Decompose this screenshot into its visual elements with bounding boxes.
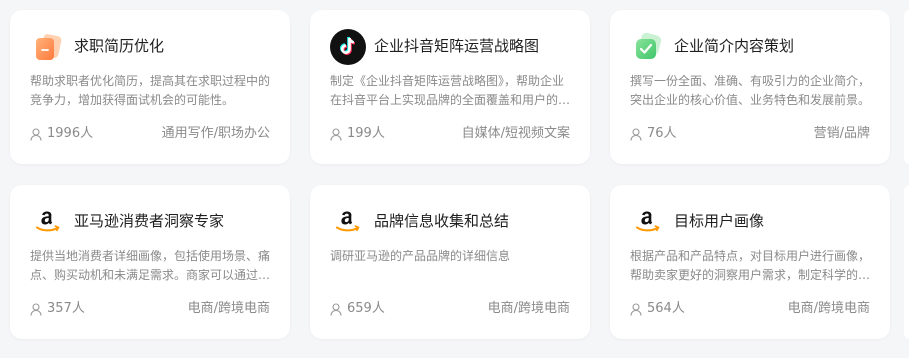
user-count: 357人 [30,299,85,319]
user-count-value: 1996人 [47,126,94,141]
user-count-value: 564人 [647,301,685,316]
prompt-card-target-user[interactable]: 目标用户画像 根据产品和产品特点，对目标用户进行画像，帮助卖家更好的洞察用户需求… [610,185,890,339]
user-icon [630,302,642,316]
card-description: 制定《企业抖音矩阵运营战略图》，帮助企业在抖音平台上实现品牌的全面覆盖和用户的精… [330,74,571,107]
user-count: 659人 [330,299,385,319]
user-icon [330,127,342,141]
user-icon [330,302,342,316]
prompt-card-douyin[interactable]: 企业抖音矩阵运营战略图 制定《企业抖音矩阵运营战略图》，帮助企业在抖音平台上实现… [310,10,590,164]
card-title: 亚马逊消费者洞察专家 [74,212,225,230]
user-count-value: 199人 [347,126,385,141]
card-title: 品牌信息收集和总结 [374,212,510,230]
resume-icon [30,29,66,65]
card-description: 根据产品和产品特点，对目标用户进行画像，帮助卖家更好的洞察用户需求，制定科学的营… [630,249,871,282]
category-label: 营销/品牌 [813,126,870,141]
prompt-card-amazon-consumer[interactable]: 亚马逊消费者洞察专家 提供当地消费者详细画像，包括使用场景、痛点、购买动机和未满… [10,185,290,339]
user-count: 1996人 [30,124,93,144]
card-description: 帮助求职者优化简历，提高其在求职过程中的竞争力，增加获得面试机会的可能性。 [30,74,271,107]
amazon-icon [30,204,66,240]
category-label: 电商/跨境电商 [787,301,870,316]
category-label: 电商/跨境电商 [187,301,270,316]
category-label: 通用写作/职场办公 [161,126,270,141]
check-badge-icon [630,29,666,65]
user-count-value: 357人 [47,301,85,316]
card-description: 调研亚马逊的产品品牌的详细信息 [330,249,511,263]
next-card-edge [904,185,909,339]
card-title: 企业抖音矩阵运营战略图 [374,37,540,55]
prompt-card-brand-info[interactable]: 品牌信息收集和总结 调研亚马逊的产品品牌的详细信息 659人 电商/跨境电商 [310,185,590,339]
card-title: 求职简历优化 [74,37,165,55]
next-card-edge [904,10,909,164]
card-description: 撰写一份全面、准确、有吸引力的企业简介，突出企业的核心价值、业务特色和发展前景。 [630,74,871,107]
user-icon [30,302,42,316]
user-icon [30,127,42,141]
user-count: 199人 [330,124,385,144]
category-label: 自媒体/短视频文案 [461,126,570,141]
category-label: 电商/跨境电商 [487,301,570,316]
card-description: 提供当地消费者详细画像，包括使用场景、痛点、购买动机和未满足需求。商家可以通过这… [30,249,271,282]
user-count-value: 76人 [647,126,677,141]
card-title: 目标用户画像 [674,212,765,230]
user-count: 76人 [630,124,677,144]
amazon-icon [330,204,366,240]
prompt-card-resume[interactable]: 求职简历优化 帮助求职者优化简历，提高其在求职过程中的竞争力，增加获得面试机会的… [10,10,290,164]
user-count: 564人 [630,299,685,319]
user-count-value: 659人 [347,301,385,316]
user-icon [630,127,642,141]
card-title: 企业简介内容策划 [674,37,795,55]
tiktok-icon [330,29,366,65]
amazon-icon [630,204,666,240]
prompt-card-company-intro[interactable]: 企业简介内容策划 撰写一份全面、准确、有吸引力的企业简介，突出企业的核心价值、业… [610,10,890,164]
